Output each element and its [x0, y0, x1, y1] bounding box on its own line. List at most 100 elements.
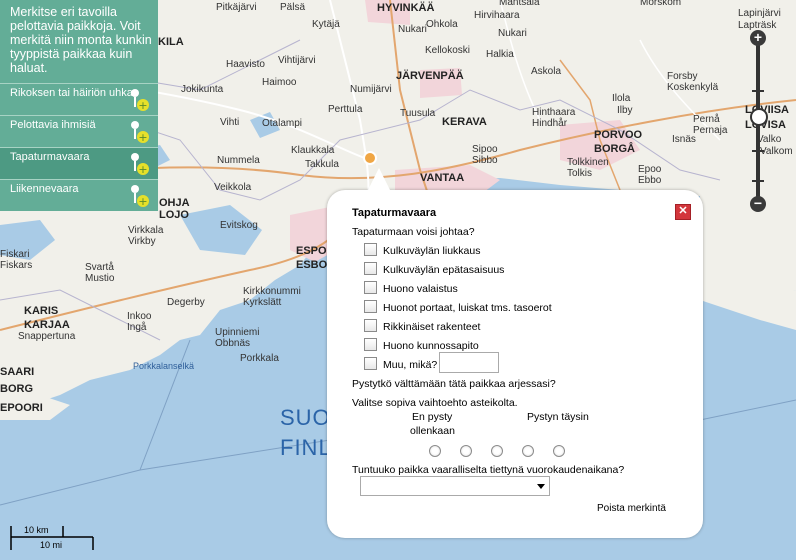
checkbox-stairs[interactable]	[364, 300, 377, 313]
checkbox-uneven[interactable]	[364, 262, 377, 275]
town-label: Jokikunta	[181, 84, 224, 95]
checkbox-label: Kulkuväylän epätasaisuus	[383, 264, 505, 276]
svg-text:+: +	[138, 131, 147, 144]
town-label: Sipoo	[472, 144, 498, 155]
panel-intro: Merkitse eri tavoilla pelottavia paikkoj…	[10, 5, 152, 75]
town-label: Epoo	[638, 164, 662, 175]
town-label: JÄRVENPÄÄ	[396, 70, 464, 82]
town-label: Perttula	[328, 104, 363, 115]
town-label: Veikkola	[214, 182, 252, 193]
town-label: HYVINKÄÄ	[377, 2, 435, 14]
town-label: Pernå	[693, 114, 720, 125]
svg-text:+: +	[138, 99, 147, 112]
town-label: Ilby	[617, 105, 633, 116]
town-label: Haavisto	[226, 59, 265, 70]
remove-marker-link[interactable]: Poista merkintä	[597, 503, 666, 514]
town-label: Pitkäjärvi	[216, 2, 257, 13]
town-label: Virkby	[128, 236, 156, 247]
town-label: KILA	[158, 36, 184, 48]
town-label: Degerby	[167, 297, 205, 308]
scale-low-label-2: ollenkaan	[410, 425, 455, 437]
category-label: Pelottavia ihmisiä	[10, 119, 96, 131]
town-label: Forsby	[667, 71, 698, 82]
category-scary-people[interactable]: Pelottavia ihmisiä +	[0, 115, 158, 147]
town-label: Hirvihaara	[474, 10, 520, 21]
scale-hint: Valitse sopiva vaihtoehto asteikolta.	[352, 397, 518, 409]
other-input[interactable]	[439, 352, 499, 373]
town-label: Sibbo	[472, 155, 498, 166]
checkbox-other[interactable]	[364, 357, 377, 370]
town-label: Kellokoski	[425, 45, 471, 56]
scale-bar: 10 km 10 mi	[10, 522, 100, 552]
close-icon[interactable]: ✕	[675, 204, 691, 220]
town-label: VANTAA	[420, 172, 465, 184]
category-label: Liikennevaara	[10, 183, 79, 195]
town-label: Snappertuna	[18, 331, 76, 342]
category-crime-threat[interactable]: Rikoksen tai häiriön uhka +	[0, 83, 158, 115]
town-label: Vihti	[220, 117, 240, 128]
zoom-tick	[752, 90, 764, 92]
question-avoid: Pystytkö välttämään tätä paikkaa arjessa…	[352, 378, 556, 390]
zoom-out-button[interactable]: −	[750, 196, 766, 212]
checkbox-broken-structures[interactable]	[364, 319, 377, 332]
town-label: Vihtijärvi	[278, 55, 316, 66]
radio-scale-2[interactable]	[460, 445, 472, 457]
town-label: BORGÅ	[594, 143, 635, 155]
map-pin-add-icon[interactable]: +	[128, 151, 150, 177]
zoom-tick	[752, 180, 764, 182]
town-label: Ingå	[127, 322, 147, 333]
town-label: Isnäs	[672, 134, 696, 145]
town-label: Lapinjärvi	[738, 8, 781, 19]
time-of-day-select[interactable]	[360, 476, 550, 496]
category-traffic-risk[interactable]: Liikennevaara +	[0, 179, 158, 211]
checkbox-label: Muu, mikä?	[383, 359, 438, 371]
dialog-tail	[367, 168, 391, 192]
town-label: Ilola	[612, 93, 631, 104]
town-label: Pälsä	[280, 2, 306, 13]
town-label: Svartå	[85, 262, 114, 273]
town-label: KERAVA	[442, 116, 487, 128]
zoom-in-button[interactable]: +	[750, 30, 766, 46]
scale-km: 10 km	[24, 525, 49, 535]
radio-scale-5[interactable]	[553, 445, 565, 457]
checkbox-poor-lighting[interactable]	[364, 281, 377, 294]
town-label: Numijärvi	[350, 84, 392, 95]
radio-scale-1[interactable]	[429, 445, 441, 457]
town-label: Obbnäs	[215, 338, 251, 349]
town-label: Halkia	[486, 49, 514, 60]
town-label: Mustio	[85, 273, 115, 284]
map-pin-add-icon[interactable]: +	[128, 119, 150, 145]
checkbox-label: Huono kunnossapito	[383, 340, 479, 352]
town-label: OHJA	[159, 197, 190, 209]
town-label: Kytäjä	[312, 19, 340, 30]
town-label: Ebbo	[638, 175, 662, 186]
checkbox-maintenance[interactable]	[364, 338, 377, 351]
town-label: Ohkola	[426, 19, 458, 30]
town-label: Nummela	[217, 155, 260, 166]
checkbox-label: Huonot portaat, luiskat tms. tasoerot	[383, 302, 552, 314]
radio-scale-3[interactable]	[491, 445, 503, 457]
marker-dialog: Tapaturmavaara ✕ Tapaturmaan voisi johta…	[327, 168, 703, 538]
town-label: KARJAA	[24, 319, 70, 331]
town-label: Mörskom	[640, 0, 682, 8]
radio-scale-4[interactable]	[522, 445, 534, 457]
checkbox-slippery[interactable]	[364, 243, 377, 256]
dialog-title: Tapaturmavaara	[352, 207, 437, 219]
town-label: LOJO	[159, 209, 189, 221]
town-label: BORG	[0, 383, 33, 395]
town-label: EPOORI	[0, 402, 43, 414]
town-label: Upinniemi	[215, 327, 260, 338]
scale-mi: 10 mi	[40, 540, 63, 550]
zoom-slider-handle[interactable]	[750, 108, 768, 126]
town-label: ESBO	[296, 259, 328, 271]
map-pin-add-icon[interactable]: +	[128, 183, 150, 209]
town-label: Tolkis	[567, 168, 593, 179]
category-label: Rikoksen tai häiriön uhka	[10, 87, 133, 99]
zoom-control: + −	[749, 30, 768, 212]
town-label: Inkoo	[127, 311, 152, 322]
town-label: Tolkkinen	[567, 157, 609, 168]
zoom-tick	[752, 150, 764, 152]
map-pin-add-icon[interactable]: +	[128, 87, 150, 113]
town-label: SAARI	[0, 366, 35, 378]
category-accident-risk[interactable]: Tapaturmavaara +	[0, 147, 158, 179]
